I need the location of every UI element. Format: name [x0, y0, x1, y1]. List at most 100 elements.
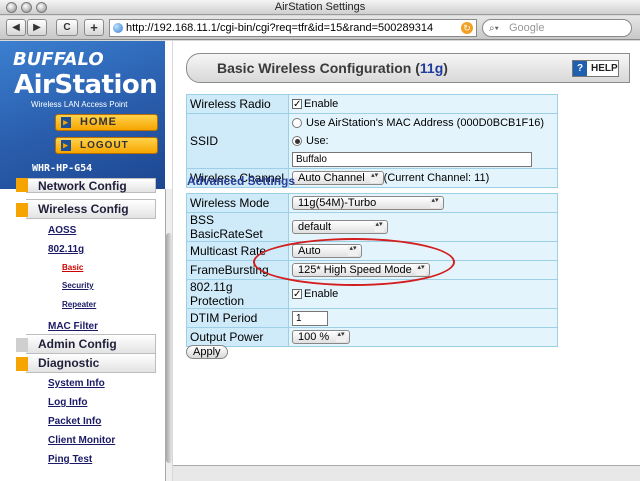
browser-toolbar: ◀ ▶ C + http://192.168.11.1/cgi-bin/cgi?… [0, 16, 640, 40]
arrow-icon: ▸ [61, 117, 71, 128]
brand-banner: BUFFALO AirStation Wireless LAN Access P… [0, 41, 165, 189]
arrow-icon: ▸ [61, 140, 71, 151]
table-row: DTIM Period 1 [186, 308, 558, 328]
ssid-label: SSID [186, 113, 289, 169]
main-content: Basic Wireless Configuration (11g) ? HEL… [173, 41, 640, 481]
nav-link-system-info[interactable]: System Info [48, 378, 105, 389]
bss-basicrateset-cell: default ▴▾ [288, 212, 558, 242]
output-power-cell: 100 % ▴▾ [288, 327, 558, 347]
ssid-mac-radio[interactable] [292, 118, 302, 129]
wireless-radio-cell: ✓ Enable [288, 94, 558, 114]
protection-checkbox[interactable]: ✓ [292, 289, 302, 300]
protection-enable-label: Enable [304, 288, 339, 300]
nav-menu: Network Config Wireless Config AOSS 802.… [0, 178, 165, 481]
nav-section-network-config[interactable]: Network Config [16, 178, 156, 193]
logout-label: LOGOUT [80, 140, 129, 151]
nav-section-admin-config[interactable]: Admin Config [16, 334, 156, 354]
dtim-period-label: DTIM Period [186, 308, 289, 328]
dtim-period-cell: 1 [288, 308, 558, 328]
wireless-channel-cell: Auto Channel ▴▾ (Current Channel: 11) [288, 168, 558, 188]
table-row: Output Power 100 % ▴▾ [186, 327, 558, 347]
nav-sublink-security[interactable]: Security [62, 281, 94, 290]
help-button[interactable]: ? HELP [572, 60, 619, 77]
nav-link-ping-test[interactable]: Ping Test [48, 454, 92, 465]
section-marker-icon [16, 338, 28, 352]
wireless-mode-select[interactable]: 11g(54M)-Turbo ▴▾ [292, 196, 444, 210]
horizontal-scrollbar[interactable] [173, 465, 640, 481]
nav-section-diagnostic[interactable]: Diagnostic [16, 353, 156, 373]
nav-sublink-repeater[interactable]: Repeater [62, 300, 96, 309]
back-button[interactable]: ◀ [6, 19, 26, 36]
reload-button[interactable]: C [56, 19, 78, 36]
select-chevron-icon: ▴▾ [336, 331, 346, 342]
address-bar[interactable]: http://192.168.11.1/cgi-bin/cgi?req=tfr&… [109, 19, 477, 37]
wireless-radio-checkbox[interactable]: ✓ [292, 99, 302, 110]
select-chevron-icon: ▴▾ [374, 221, 384, 232]
model-name: WHR-HP-G54 [32, 163, 93, 174]
nav-link-client-monitor[interactable]: Client Monitor [48, 435, 115, 446]
ssid-mac-option-label: Use AirStation's MAC Address (000D0BCB1F… [306, 117, 545, 129]
search-input[interactable]: ⌕▾ Google [482, 19, 632, 37]
output-power-select[interactable]: 100 % ▴▾ [292, 330, 350, 344]
table-row: Wireless Mode 11g(54M)-Turbo ▴▾ [186, 193, 558, 213]
nav-link-aoss[interactable]: AOSS [48, 225, 76, 236]
address-text: http://192.168.11.1/cgi-bin/cgi?req=tfr&… [126, 22, 434, 34]
globe-icon [113, 23, 123, 33]
bss-basicrateset-select[interactable]: default ▴▾ [292, 220, 388, 234]
scrollbar-thumb[interactable] [166, 233, 172, 463]
window-title-bar: AirStation Settings [0, 0, 640, 15]
nav-link-mac-filter[interactable]: MAC Filter [48, 321, 98, 332]
framebursting-highlight-annotation [253, 238, 455, 286]
nav-section-label: Admin Config [38, 337, 117, 351]
nav-section-label: Wireless Config [38, 202, 129, 216]
ssid-input[interactable]: Buffalo [292, 151, 532, 167]
help-icon: ? [573, 61, 587, 76]
search-icon: ⌕▾ [489, 23, 499, 34]
bss-basicrateset-label: BSS BasicRateSet [186, 212, 289, 242]
page-header: Basic Wireless Configuration (11g) ? HEL… [186, 53, 630, 83]
output-power-label: Output Power [186, 327, 289, 347]
brand-tagline: Wireless LAN Access Point [31, 100, 128, 109]
nav-section-label: Network Config [38, 179, 127, 193]
nav-link-80211g[interactable]: 802.11g [48, 244, 84, 255]
section-marker-icon [16, 357, 28, 371]
wireless-channel-select[interactable]: Auto Channel ▴▾ [292, 171, 384, 185]
table-row: BSS BasicRateSet default ▴▾ [186, 212, 558, 242]
wireless-mode-cell: 11g(54M)-Turbo ▴▾ [288, 193, 558, 213]
add-bookmark-button[interactable]: + [84, 19, 104, 36]
nav-link-packet-info[interactable]: Packet Info [48, 416, 101, 427]
nav-link-log-info[interactable]: Log Info [48, 397, 87, 408]
table-row: SSID Use AirStation's MAC Address (000D0… [186, 113, 558, 169]
select-chevron-icon: ▴▾ [369, 172, 380, 183]
dtim-period-input[interactable]: 1 [292, 310, 328, 326]
search-placeholder: Google [509, 22, 545, 34]
page-title-band: 11g [419, 60, 444, 76]
nav-section-wireless-config[interactable]: Wireless Config [16, 199, 156, 219]
left-panel: BUFFALO AirStation Wireless LAN Access P… [0, 41, 172, 481]
refresh-icon[interactable]: ↻ [461, 22, 473, 34]
nav-section-label: Diagnostic [38, 356, 100, 370]
home-button[interactable]: ▸ HOME [55, 114, 158, 131]
apply-button[interactable]: Apply [186, 345, 228, 359]
advanced-settings-heading: Advanced Settings [187, 174, 296, 188]
section-marker-icon [16, 178, 28, 192]
nav-scrollbar[interactable] [165, 189, 172, 481]
home-label: HOME [80, 116, 117, 128]
current-channel-text: (Current Channel: 11) [383, 171, 490, 184]
nav-sublink-basic[interactable]: Basic [62, 263, 83, 272]
help-label: HELP [591, 63, 618, 74]
ssid-cell: Use AirStation's MAC Address (000D0BCB1F… [288, 113, 558, 169]
airstation-logo: AirStation [14, 70, 158, 100]
protection-label: 802.11g Protection [186, 279, 289, 309]
select-chevron-icon: ▴▾ [430, 197, 440, 208]
window-title: AirStation Settings [274, 1, 366, 13]
page-title: Basic Wireless Configuration (11g) [217, 60, 448, 76]
section-marker-icon [16, 203, 28, 217]
ssid-use-label: Use: [306, 135, 329, 147]
forward-button[interactable]: ▶ [27, 19, 47, 36]
ssid-use-radio[interactable] [292, 136, 302, 147]
wireless-radio-enable-label: Enable [304, 98, 339, 110]
logout-button[interactable]: ▸ LOGOUT [55, 137, 158, 154]
wireless-mode-label: Wireless Mode [186, 193, 289, 213]
table-row: Wireless Radio ✓ Enable [186, 94, 558, 114]
